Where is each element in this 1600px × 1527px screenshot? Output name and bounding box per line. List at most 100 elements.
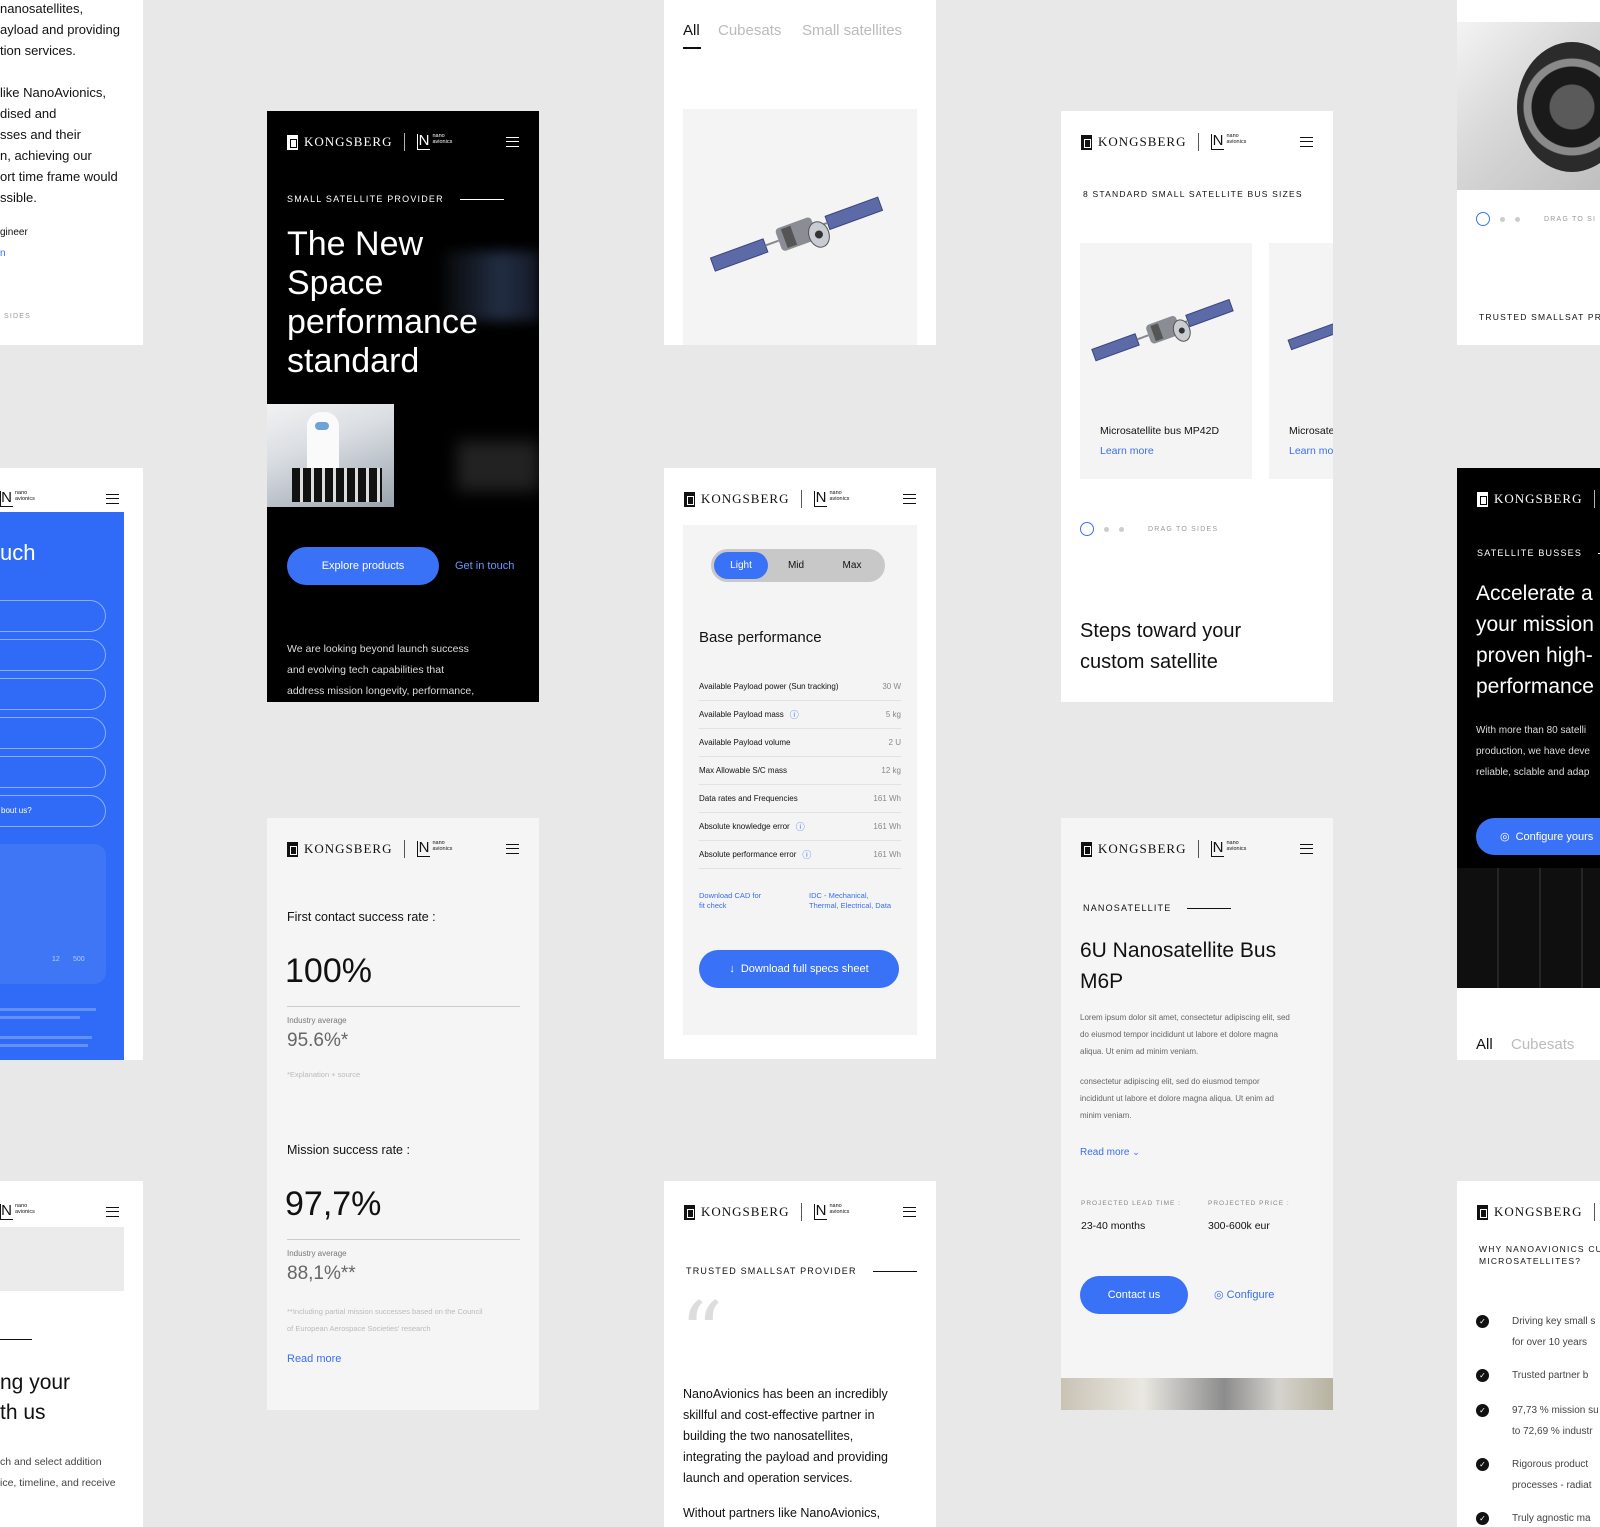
testimonial-line: dised and xyxy=(0,106,57,121)
hero-card: KONGSBERG N nano avionics SMALL SATELLITE… xyxy=(267,111,539,702)
specs-card: KONGSBERG N nano avionics Light Mid Max B… xyxy=(664,468,936,1059)
legal-text xyxy=(0,1008,96,1011)
form-field[interactable] xyxy=(0,756,106,788)
quote-mark-icon: “ xyxy=(680,1284,723,1382)
idc-link[interactable]: IDC - Mechanical, Thermal, Electrical, Da… xyxy=(809,891,891,911)
product-card[interactable]: Microsate Learn mo xyxy=(1269,243,1333,479)
get-in-touch-link[interactable]: Get in touch xyxy=(455,560,514,572)
menu-icon[interactable] xyxy=(1300,844,1313,854)
quote-text: NanoAvionics has been an incredibly skill… xyxy=(683,1387,889,1485)
product-name: Microsatellite bus MP42D xyxy=(1100,425,1220,437)
header: N nano avionics xyxy=(0,1201,119,1223)
spec-label: Available Payload power (Sun tracking) xyxy=(699,682,839,691)
left-contact-card: N nano avionics uch bout us? 12 500 xyxy=(0,468,143,1060)
product-title: 6U Nanosatellite Bus M6P xyxy=(1080,939,1277,993)
level-mid[interactable]: Mid xyxy=(768,552,824,579)
read-more-link[interactable]: Read more xyxy=(287,1353,341,1365)
footnote: **Including partial mission successes ba… xyxy=(287,1307,483,1333)
menu-icon[interactable] xyxy=(1300,137,1313,147)
product-eyebrow: NANOSATELLITE xyxy=(1083,903,1232,913)
learn-more-link[interactable]: Learn more xyxy=(1100,445,1154,457)
header: KONGSBERG N nano avionics xyxy=(287,838,519,860)
spec-value: 12 kg xyxy=(881,766,901,775)
why-heading: WHY NANOAVIONICS CUB MICROSATELLITES? xyxy=(1479,1244,1600,1266)
spec-row: Available Payload power (Sun tracking) 30… xyxy=(699,673,901,701)
hero-eyebrow: SMALL SATELLITE PROVIDER xyxy=(287,194,504,204)
check-icon: ✓ xyxy=(1476,1458,1489,1471)
level-max[interactable]: Max xyxy=(824,552,880,579)
form-field[interactable] xyxy=(0,717,106,749)
why-list-item: ✓ 97,73 % mission su to 72,69 % industr xyxy=(1476,1400,1600,1442)
configure-link[interactable]: ◎ Configure xyxy=(1214,1288,1274,1301)
industry-average-value: 95.6%* xyxy=(287,1030,349,1051)
bus-sizes-card: KONGSBERG N nano avionics 8 STANDARD SMAL… xyxy=(1061,111,1333,702)
section-rule xyxy=(0,1339,32,1340)
download-specs-button[interactable]: ↓ Download full specs sheet xyxy=(699,950,899,988)
carousel-indicator[interactable]: DRAG TO SI xyxy=(1476,212,1596,226)
tab-small-satellites[interactable]: Small satellites xyxy=(802,22,902,39)
contact-form-panel: uch bout us? 12 500 xyxy=(0,512,124,1060)
header: KONGSBERG xyxy=(1477,1201,1600,1223)
info-icon[interactable]: ⓘ xyxy=(802,848,811,861)
check-icon: ✓ xyxy=(1476,1369,1489,1382)
bus-sizes-eyebrow: 8 STANDARD SMALL SATELLITE BUS SIZES xyxy=(1083,189,1303,199)
testimonial-line: ort time frame would xyxy=(0,169,118,184)
testimonial-role: gineer xyxy=(0,227,28,238)
product-card[interactable]: Microsatellite bus MP42D Learn more xyxy=(1080,243,1252,479)
carousel-indicator[interactable]: DRAG TO SIDES xyxy=(1080,522,1218,536)
testimonial-line xyxy=(0,61,120,82)
message-textarea[interactable]: 12 500 xyxy=(0,844,106,984)
spec-label: Max Allowable S/C mass xyxy=(699,766,788,775)
chevron-down-icon: ⌄ xyxy=(1132,1147,1140,1157)
form-field[interactable] xyxy=(0,639,106,671)
menu-icon[interactable] xyxy=(506,137,519,147)
divider xyxy=(287,1006,520,1007)
nanoavionics-logo: N nano avionics xyxy=(814,489,850,507)
form-field[interactable] xyxy=(0,678,106,710)
menu-icon[interactable] xyxy=(903,1207,916,1217)
tab-cubesats[interactable]: Cubesats xyxy=(1511,1036,1574,1053)
quote-text-continued: Without partners like NanoAvionics, xyxy=(683,1506,881,1520)
left-top-card: nanosatellites, ayload and providing tion … xyxy=(0,0,143,345)
tab-all[interactable]: All xyxy=(1476,1036,1493,1053)
legal-text xyxy=(0,1044,88,1047)
menu-icon[interactable] xyxy=(903,494,916,504)
form-select[interactable]: bout us? xyxy=(0,795,106,827)
tab-all[interactable]: All xyxy=(683,22,700,39)
header: KONGSBERG N xyxy=(1477,488,1600,510)
testimonial-line: sses and their xyxy=(0,127,81,142)
section-heading: Steps toward your custom satellite xyxy=(1080,620,1242,673)
tab-cubesats[interactable]: Cubesats xyxy=(718,22,781,39)
read-more-link[interactable]: Read more ⌄ xyxy=(1080,1147,1140,1158)
header: N nano avionics xyxy=(0,488,119,510)
hero-body: We are looking beyond launch success and … xyxy=(287,643,475,697)
header: KONGSBERG N nano avionics xyxy=(1081,838,1313,860)
check-icon: ✓ xyxy=(1476,1404,1489,1417)
spec-value: 161 Wh xyxy=(873,850,901,859)
form-field[interactable] xyxy=(0,600,106,632)
menu-icon[interactable] xyxy=(506,844,519,854)
level-light[interactable]: Light xyxy=(714,552,768,579)
satellite-image-tile[interactable] xyxy=(683,109,917,345)
info-icon[interactable]: ⓘ xyxy=(790,708,799,721)
level-toggle[interactable]: Light Mid Max xyxy=(711,549,885,582)
learn-more-link[interactable]: Learn mo xyxy=(1289,445,1333,457)
download-cad-link[interactable]: Download CAD for fit check xyxy=(699,891,761,911)
testimonial-line: ssible. xyxy=(0,190,37,205)
divider xyxy=(287,1239,520,1240)
info-icon[interactable]: ⓘ xyxy=(796,820,805,833)
contact-us-button[interactable]: Contact us xyxy=(1080,1276,1188,1314)
legal-text xyxy=(0,1016,80,1019)
spec-row: Available Payload volume 2 U xyxy=(699,729,901,757)
spec-label: Available Payload volume xyxy=(699,738,791,747)
configure-yours-button[interactable]: ◎ Configure yours xyxy=(1476,818,1600,855)
download-icon: ↓ xyxy=(729,963,735,975)
product-detail-card: KONGSBERG N nano avionics NANOSATELLITE 6… xyxy=(1061,818,1333,1410)
lead-time-value: 23-40 months xyxy=(1081,1220,1146,1232)
explore-products-button[interactable]: Explore products xyxy=(287,547,439,585)
testimonial-link[interactable]: n xyxy=(0,248,6,259)
why-list: ✓ Driving key small s for over 10 years ✓ Tr… xyxy=(1476,1311,1600,1527)
quote-card: KONGSBERG N nano avionics TRUSTED SMALLSA… xyxy=(664,1181,936,1527)
menu-icon[interactable] xyxy=(106,1207,119,1217)
menu-icon[interactable] xyxy=(106,494,119,504)
